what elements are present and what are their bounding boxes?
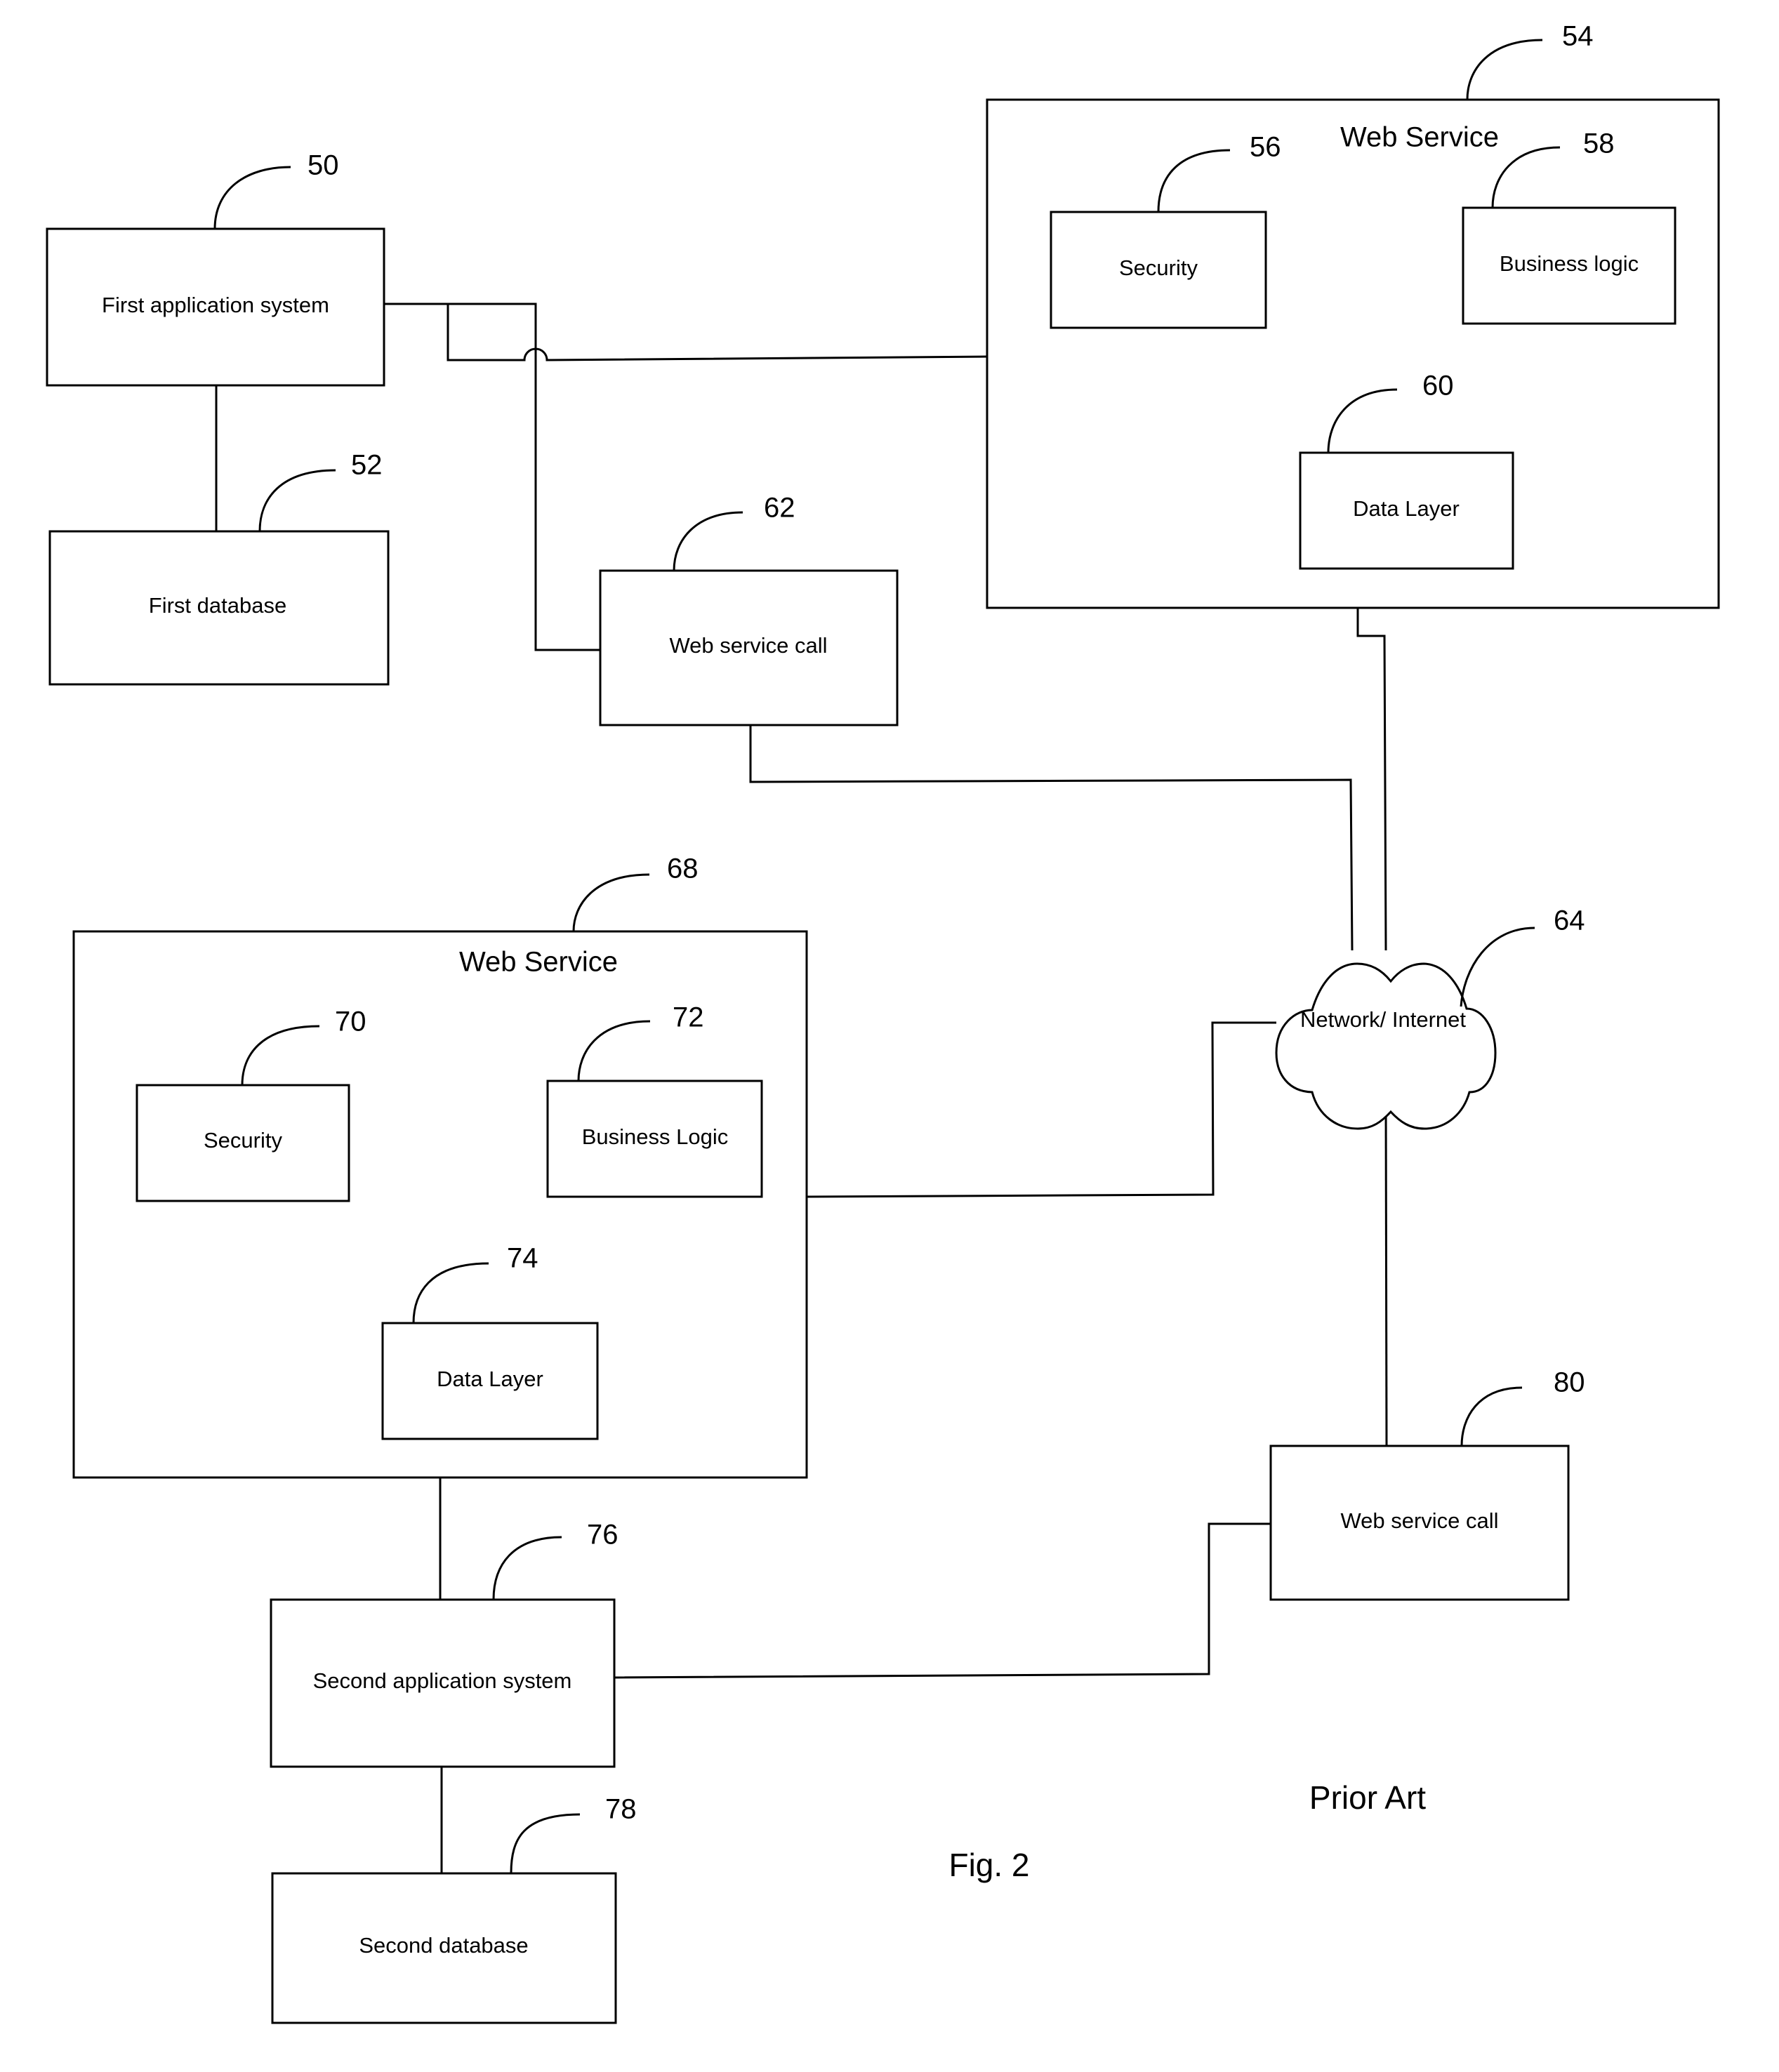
business-logic-72-label: Business Logic [582,1124,729,1149]
connector-webservice1-network [1356,608,1387,951]
ref-numeral-72: 72 [673,1002,704,1033]
second-database-label: Second database [359,1933,528,1958]
connector-wscall2-secondapp [614,1522,1271,1679]
ref-numeral-76: 76 [587,1520,619,1550]
ref-numeral-74: 74 [507,1243,538,1274]
ref-numeral-60: 60 [1422,371,1454,401]
ref-numeral-58: 58 [1583,128,1615,159]
ref-numeral-52: 52 [351,450,383,481]
prior-art-note: Prior Art [1309,1779,1426,1816]
ref-numeral-54: 54 [1562,21,1594,52]
security-56-label: Security [1119,255,1198,280]
connector-network-webservice2 [806,1021,1276,1198]
network-cloud-icon [1275,962,1497,1130]
ref-numeral-70: 70 [335,1007,366,1037]
ref-numeral-62: 62 [764,493,795,524]
ref-numeral-78: 78 [605,1794,637,1825]
business-logic-58-label: Business logic [1500,251,1639,276]
ref-numeral-64: 64 [1554,905,1585,936]
diagram-canvas: First application system First database … [46,21,1720,2024]
second-application-system-label: Second application system [313,1668,572,1693]
ref-numeral-56: 56 [1250,132,1281,163]
ref-numeral-80: 80 [1554,1367,1585,1398]
web-service-68-title: Web Service [459,947,618,978]
web-service-call-80-label: Web service call [1340,1508,1498,1533]
network-internet-label: Network/ Internet [1300,1007,1466,1032]
connector-firstapp-webservice1 [384,303,988,581]
data-layer-74-label: Data Layer [437,1367,543,1391]
ref-numeral-50: 50 [307,150,339,181]
first-database-label: First database [149,593,286,618]
connector-network-wscall2 [1384,1098,1388,1447]
data-layer-60-label: Data Layer [1353,496,1460,521]
first-application-system-label: First application system [102,293,329,317]
figure-caption: Fig. 2 [948,1847,1029,1883]
web-service-call-62-label: Web service call [669,633,827,658]
web-service-54-title: Web Service [1340,122,1499,153]
ref-numeral-68: 68 [667,854,699,884]
connector-wscall1-network [749,725,1354,951]
security-70-label: Security [204,1128,282,1153]
